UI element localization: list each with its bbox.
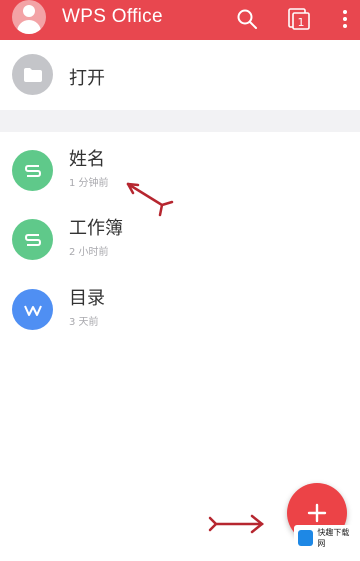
open-button[interactable]: 打开 — [0, 52, 360, 100]
app-header: WPS Office 1 — [0, 0, 360, 40]
plus-icon — [307, 503, 327, 523]
document-icon — [12, 289, 53, 330]
file-name: 目录 — [69, 288, 105, 309]
app-screen: WPS Office 1 打开 姓名 1 分钟前 工作簿 2 小时前 目录 3 … — [0, 0, 360, 561]
annotation-arrow-icon — [126, 182, 174, 217]
spreadsheet-icon — [12, 219, 53, 260]
watermark-text: 快趣下载网 — [317, 528, 350, 548]
file-name: 姓名 — [69, 149, 105, 170]
more-vertical-icon[interactable] — [332, 6, 358, 32]
spreadsheet-icon — [12, 150, 53, 191]
search-icon[interactable] — [234, 6, 260, 32]
tabs-icon[interactable]: 1 — [286, 6, 312, 32]
open-label: 打开 — [69, 68, 105, 89]
file-item[interactable]: 姓名 1 分钟前 — [0, 143, 360, 203]
folder-icon — [12, 54, 53, 95]
watermark: 快趣下载网 — [294, 525, 356, 551]
app-title: WPS Office — [62, 6, 163, 27]
file-time: 2 小时前 — [69, 247, 109, 258]
annotation-arrow-icon — [208, 514, 265, 534]
tabs-count: 1 — [298, 16, 305, 29]
file-time: 3 天前 — [69, 317, 99, 328]
file-item[interactable]: 目录 3 天前 — [0, 282, 360, 342]
section-divider — [0, 110, 360, 132]
logo-icon — [298, 530, 314, 546]
file-item[interactable]: 工作簿 2 小时前 — [0, 212, 360, 272]
file-time: 1 分钟前 — [69, 178, 109, 189]
user-avatar-icon[interactable] — [12, 0, 46, 34]
file-name: 工作簿 — [69, 218, 123, 239]
